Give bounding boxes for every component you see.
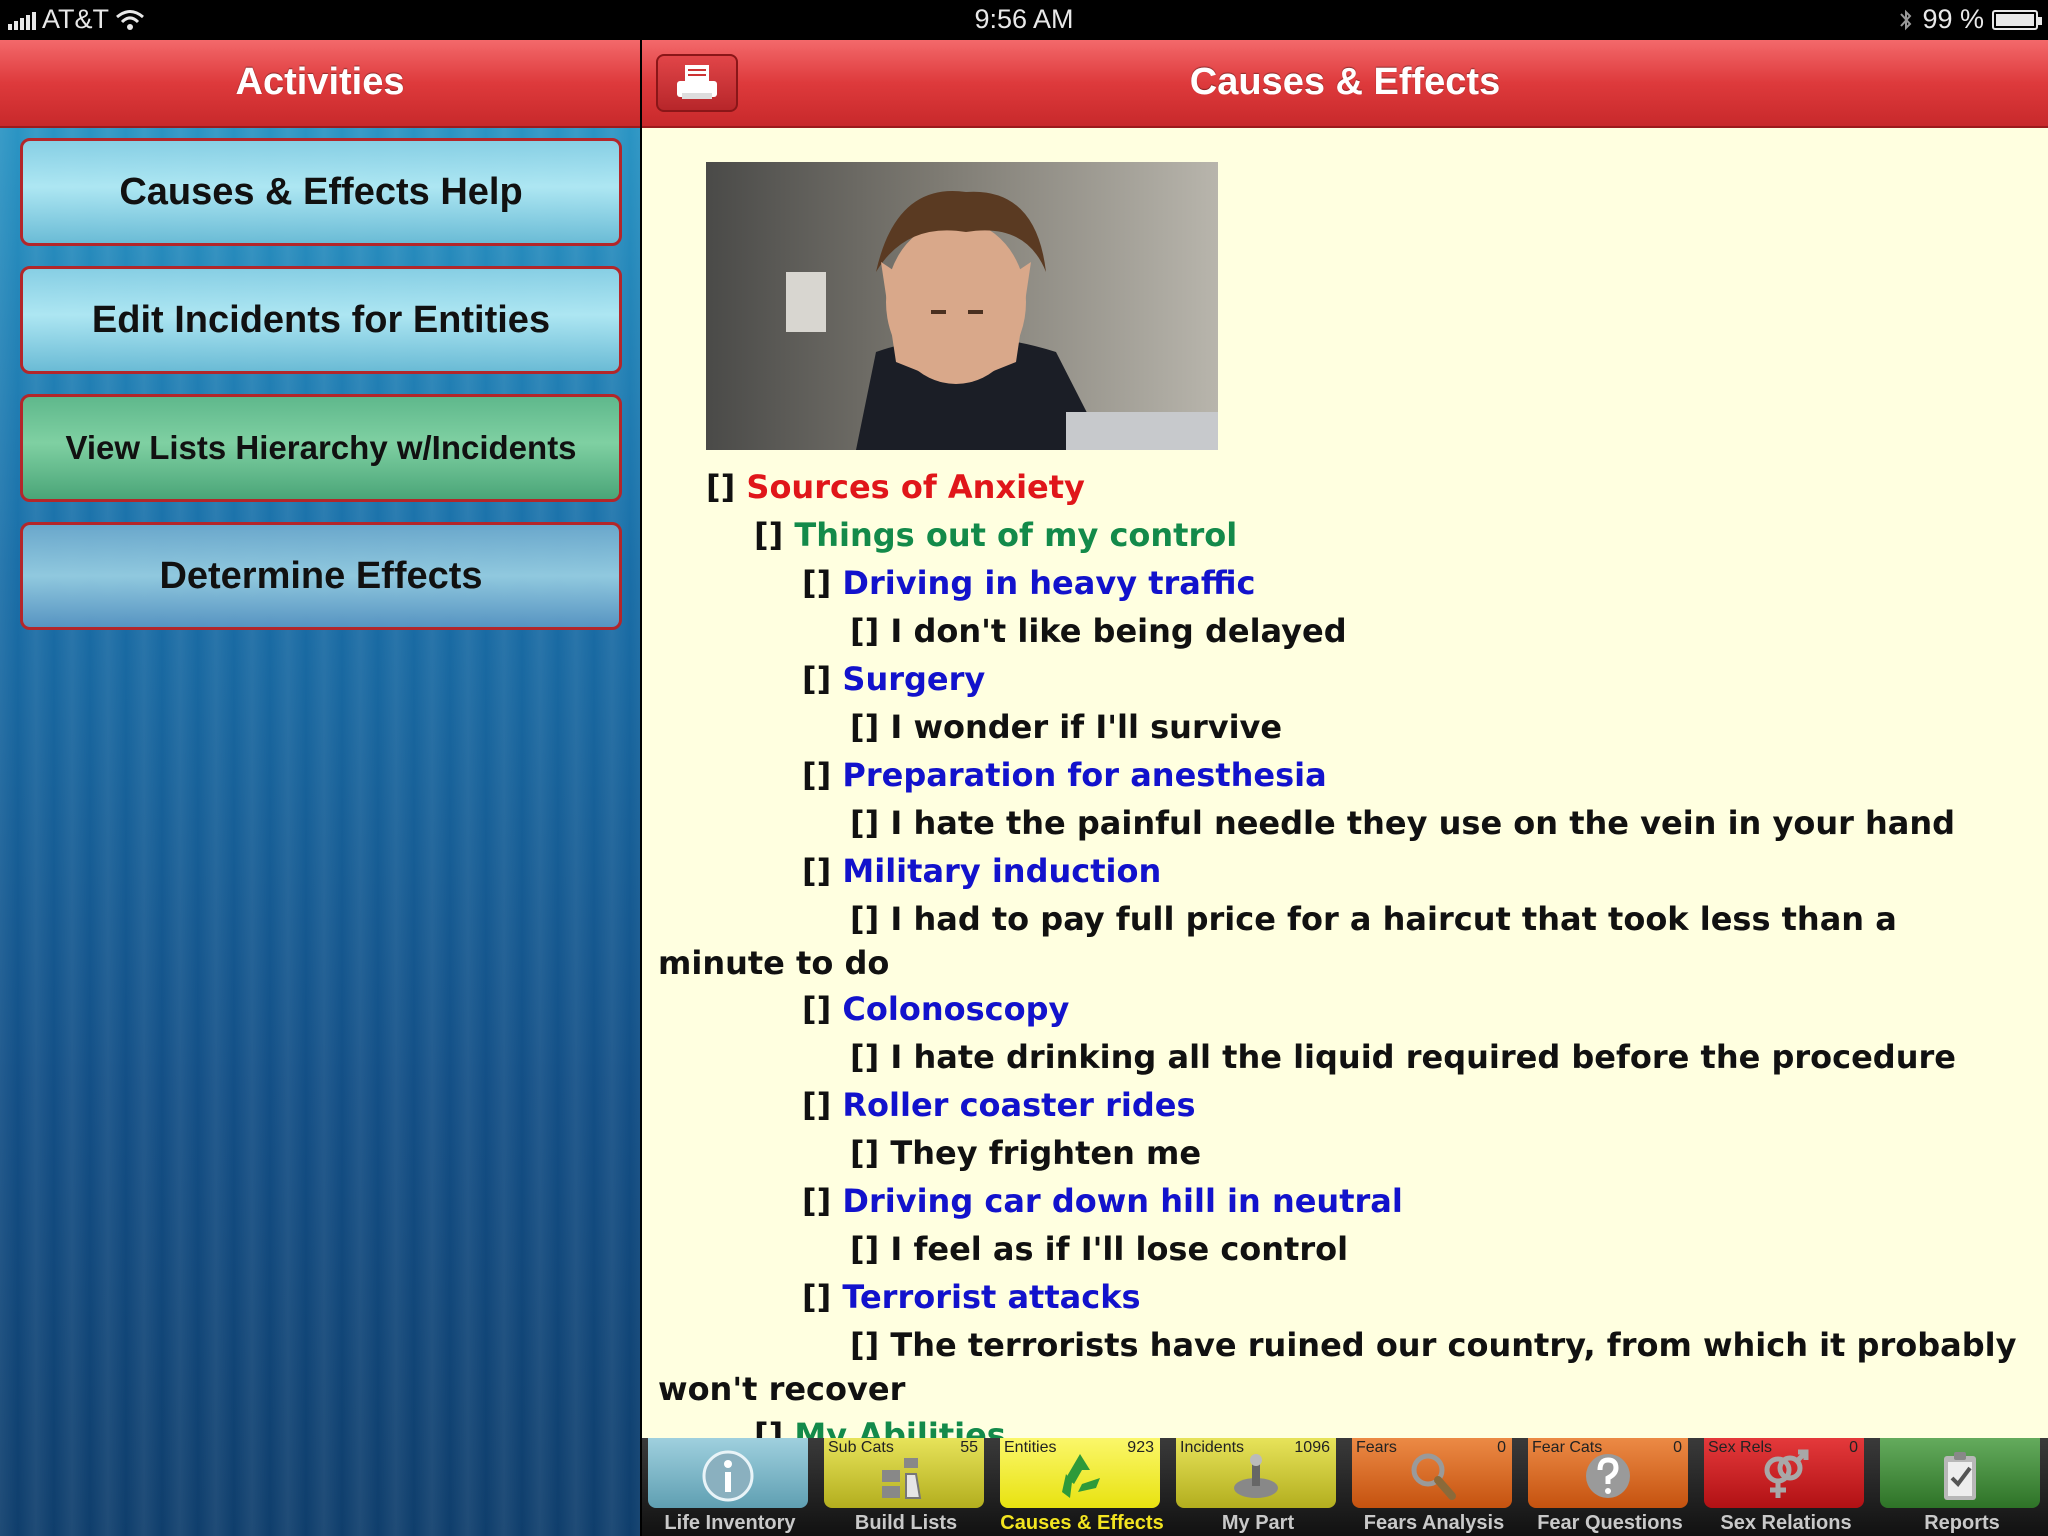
checkbox-icon[interactable]: [] <box>802 564 831 602</box>
list-item[interactable]: [] They frighten me <box>850 1134 1201 1172</box>
edit-incidents-button[interactable]: Edit Incidents for Entities <box>20 266 622 374</box>
list-item[interactable]: [] I hate drinking all the liquid requir… <box>850 1038 1956 1076</box>
print-button[interactable] <box>656 54 738 112</box>
list-item[interactable]: [] Terrorist attacks <box>802 1278 1141 1316</box>
checkbox-icon[interactable]: [] <box>754 516 783 554</box>
checkbox-icon[interactable]: [] <box>802 1182 831 1220</box>
causes-effects-pane: Causes & Effects [] Sources of Anxiety [… <box>642 40 2048 1536</box>
status-bar: AT&T 9:56 AM 99 % <box>0 0 2048 40</box>
checkbox-icon[interactable]: [] <box>802 756 831 794</box>
checkbox-icon[interactable]: [] <box>850 1134 879 1172</box>
list-item[interactable]: [] I had to pay full price for a haircut… <box>850 900 1897 938</box>
checkbox-icon[interactable]: [] <box>802 990 831 1028</box>
list-item[interactable]: [] Driving car down hill in neutral <box>802 1182 1403 1220</box>
list-item-continuation: won't recover <box>658 1370 906 1408</box>
activities-title: Activities <box>0 40 640 128</box>
clipboard-icon <box>1924 1446 1996 1506</box>
battery-percent: 99 % <box>1922 4 1984 34</box>
list-item[interactable]: [] Roller coaster rides <box>802 1086 1196 1124</box>
checkbox-icon[interactable]: [] <box>850 1038 879 1076</box>
hierarchy-list: [] Sources of Anxiety [] Things out of m… <box>642 130 2048 1478</box>
bluetooth-icon <box>1900 9 1912 30</box>
checkbox-icon[interactable]: [] <box>706 468 735 506</box>
checkbox-icon[interactable]: [] <box>802 852 831 890</box>
checkbox-icon[interactable]: [] <box>850 612 879 650</box>
list-item[interactable]: [] Things out of my control <box>754 516 1237 554</box>
list-item[interactable]: [] I hate the painful needle they use on… <box>850 804 1955 842</box>
determine-effects-button[interactable]: Determine Effects <box>20 522 622 630</box>
causes-effects-help-button[interactable]: Causes & Effects Help <box>20 138 622 246</box>
tab-build-lists[interactable]: Sub Cats 55 Build Lists <box>818 1438 994 1536</box>
magnifier-icon <box>1396 1446 1468 1506</box>
battery-status: 99 % <box>1898 4 2042 35</box>
activities-pane: Activities Causes & Effects Help Edit In… <box>0 40 640 1536</box>
list-item[interactable]: [] Driving in heavy traffic <box>802 564 1256 602</box>
list-item[interactable]: [] I wonder if I'll survive <box>850 708 1282 746</box>
list-item[interactable]: [] Surgery <box>802 660 985 698</box>
tab-bar: Life Inventory Sub Cats 55 Build Lists E… <box>642 1438 2048 1536</box>
question-icon <box>1572 1446 1644 1506</box>
tab-reports[interactable]: Reports <box>1874 1438 2048 1536</box>
tab-my-part[interactable]: Incidents 1096 My Part <box>1170 1438 1346 1536</box>
printer-icon <box>677 65 717 99</box>
recycle-icon <box>1044 1446 1116 1506</box>
list-item[interactable]: [] Military induction <box>802 852 1161 890</box>
checkbox-icon[interactable]: [] <box>850 1230 879 1268</box>
checkbox-icon[interactable]: [] <box>850 804 879 842</box>
tab-sex-relations[interactable]: Sex Rels 0 Sex Relations <box>1698 1438 1874 1536</box>
list-item[interactable]: [] Preparation for anesthesia <box>802 756 1327 794</box>
battery-icon <box>1992 9 2042 30</box>
causes-effects-title: Causes & Effects <box>642 40 2048 128</box>
list-item[interactable]: [] The terrorists have ruined our countr… <box>850 1326 2016 1364</box>
checkbox-icon[interactable]: [] <box>802 1278 831 1316</box>
list-item[interactable]: [] Sources of Anxiety <box>706 468 1085 506</box>
build-icon <box>868 1446 940 1506</box>
stressed-man-photo <box>706 162 1218 450</box>
checkbox-icon[interactable]: [] <box>802 1086 831 1124</box>
tab-life-inventory[interactable]: Life Inventory <box>642 1438 818 1536</box>
list-item[interactable]: [] Colonoscopy <box>802 990 1069 1028</box>
mypart-icon <box>1220 1446 1292 1506</box>
checkbox-icon[interactable]: [] <box>850 900 879 938</box>
list-item[interactable]: [] I don't like being delayed <box>850 612 1347 650</box>
clock: 9:56 AM <box>974 4 1074 34</box>
checkbox-icon[interactable]: [] <box>802 660 831 698</box>
view-lists-hierarchy-button[interactable]: View Lists Hierarchy w/Incidents <box>20 394 622 502</box>
tab-fears-analysis[interactable]: Fears 0 Fears Analysis <box>1346 1438 1522 1536</box>
list-item[interactable]: [] I feel as if I'll lose control <box>850 1230 1348 1268</box>
checkbox-icon[interactable]: [] <box>850 1326 879 1364</box>
list-item-continuation: minute to do <box>658 944 890 982</box>
info-icon <box>692 1446 764 1506</box>
tab-fear-questions[interactable]: Fear Cats 0 Fear Questions <box>1522 1438 1698 1536</box>
tab-causes-effects[interactable]: Entities 923 Causes & Effects <box>994 1438 1170 1536</box>
checkbox-icon[interactable]: [] <box>850 708 879 746</box>
gender-icon <box>1748 1446 1820 1506</box>
